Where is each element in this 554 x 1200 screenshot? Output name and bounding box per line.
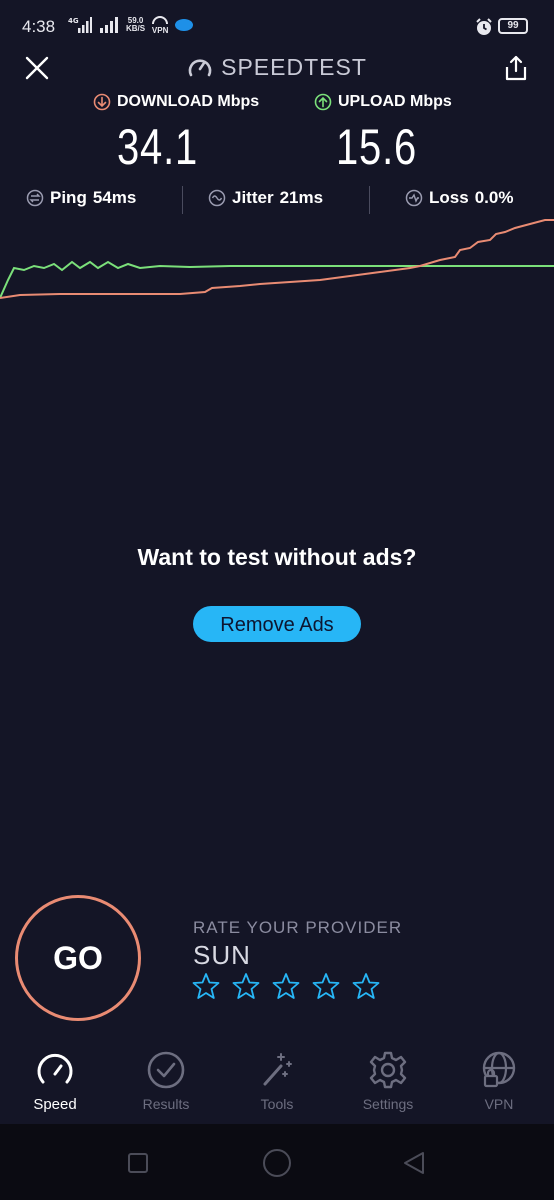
- nav-label: VPN: [484, 1096, 514, 1112]
- speed-graph: [0, 219, 554, 299]
- jitter-label: Jitter: [232, 188, 274, 207]
- star-icon[interactable]: [352, 972, 380, 1000]
- download-arrow-icon: [93, 93, 111, 111]
- bottom-nav: Speed Results Tools Settings VPN: [0, 1044, 554, 1124]
- star-icon[interactable]: [312, 972, 340, 1000]
- system-nav-bar: [0, 1124, 554, 1200]
- alarm-icon: [476, 18, 492, 35]
- download-label: DOWNLOAD Mbps: [93, 93, 259, 111]
- app-title-text: SPEEDTEST: [221, 54, 367, 80]
- nav-item-settings[interactable]: Settings: [333, 1044, 443, 1112]
- upload-speed-line: [0, 260, 554, 299]
- net-speed-unit: KB/S: [126, 24, 146, 33]
- recents-square-icon[interactable]: [127, 1152, 149, 1174]
- notification-dot-icon: [175, 19, 194, 31]
- download-label-text: DOWNLOAD Mbps: [117, 93, 260, 110]
- app-title: SPEEDTEST: [0, 54, 554, 81]
- vpn-label: VPN: [151, 25, 169, 35]
- star-rating: [192, 972, 380, 1000]
- go-button[interactable]: GO: [15, 895, 141, 1021]
- provider-name: SUN: [193, 940, 251, 970]
- battery-indicator: 99: [498, 18, 528, 34]
- download-speed-line: [0, 219, 554, 299]
- share-icon[interactable]: [502, 54, 530, 82]
- check-circle-icon: [147, 1051, 185, 1089]
- loss-value: 0.0%: [474, 188, 514, 207]
- loss-stat: Loss 0.0%: [405, 188, 513, 208]
- star-icon[interactable]: [272, 972, 300, 1000]
- gear-icon: [369, 1051, 407, 1089]
- speedometer-icon: [37, 1053, 73, 1084]
- nav-item-results[interactable]: Results: [111, 1044, 221, 1112]
- status-time: 4:38: [22, 17, 56, 36]
- star-icon[interactable]: [232, 972, 260, 1000]
- upload-label: UPLOAD Mbps: [314, 93, 452, 111]
- vpn-indicator: VPN: [151, 15, 169, 35]
- star-icon[interactable]: [192, 972, 220, 1000]
- signal-bars-icon: [100, 17, 118, 33]
- ping-label: Ping: [50, 188, 87, 207]
- home-circle-icon[interactable]: [262, 1148, 292, 1178]
- upload-label-text: UPLOAD Mbps: [338, 93, 452, 110]
- nav-item-vpn[interactable]: VPN: [444, 1044, 554, 1112]
- remove-ads-button[interactable]: Remove Ads: [193, 606, 361, 642]
- vpn-key-icon: [152, 15, 169, 24]
- nav-label: Results: [142, 1096, 190, 1112]
- jitter-stat: Jitter 21ms: [208, 188, 323, 208]
- status-icons: 4G 59.0 KB/S VPN: [66, 15, 194, 35]
- status-bar: 4:38 4G 59.0 KB/S VPN 99: [0, 0, 554, 56]
- nav-label: Tools: [260, 1096, 294, 1112]
- nav-label: Settings: [362, 1096, 414, 1112]
- jitter-icon: [208, 189, 226, 207]
- upload-value: 15.6: [336, 119, 418, 175]
- back-triangle-icon[interactable]: [401, 1150, 427, 1176]
- magic-wand-icon: [263, 1053, 292, 1086]
- upload-arrow-icon: [314, 93, 332, 111]
- rate-provider-heading: RATE YOUR PROVIDER: [193, 918, 403, 937]
- loss-label: Loss: [429, 188, 469, 207]
- loss-icon: [405, 189, 423, 207]
- net-speed-indicator: 59.0 KB/S: [126, 17, 145, 33]
- ping-stat: Ping 54ms: [26, 188, 136, 208]
- ping-icon: [26, 189, 44, 207]
- remove-ads-prompt: Want to test without ads?: [137, 544, 417, 570]
- nav-item-tools[interactable]: Tools: [222, 1044, 332, 1112]
- speedtest-logo-icon: [188, 59, 212, 77]
- jitter-value: 21ms: [279, 188, 324, 207]
- signal-4g-icon: 4G: [68, 17, 92, 33]
- download-value: 34.1: [117, 119, 199, 175]
- nav-label: Speed: [33, 1096, 77, 1113]
- go-button-label: GO: [53, 939, 103, 976]
- signal-label: 4G: [68, 17, 79, 25]
- nav-item-speed[interactable]: Speed: [0, 1044, 110, 1113]
- globe-lock-icon: [482, 1051, 516, 1088]
- ping-value: 54ms: [92, 188, 137, 207]
